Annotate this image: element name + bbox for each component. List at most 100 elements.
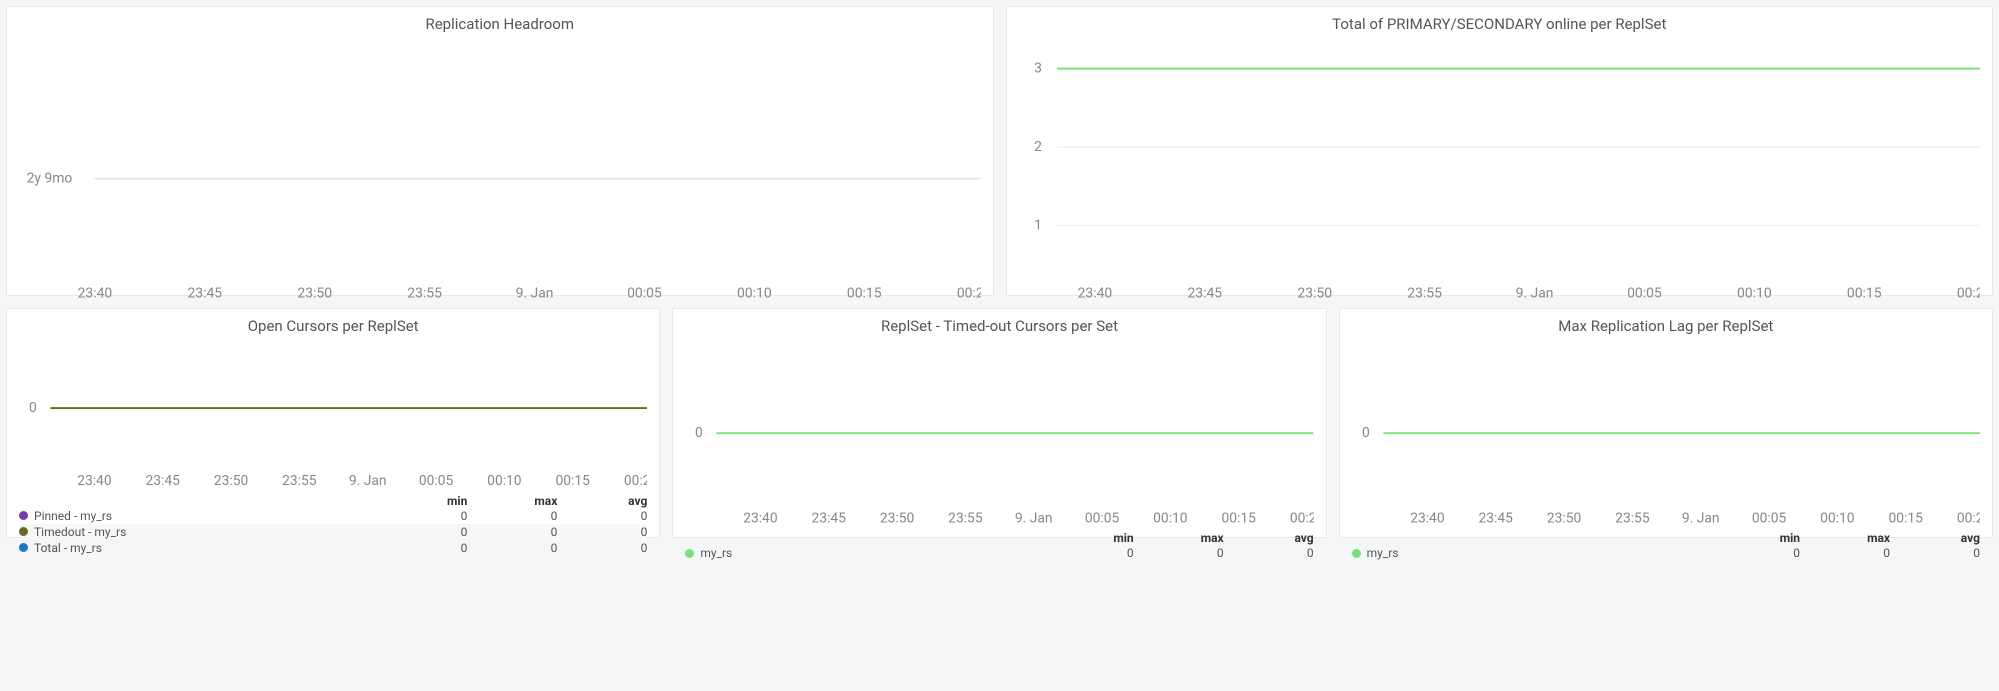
panel-title: Replication Headroom	[19, 15, 981, 33]
x-tick: 00:10	[1737, 286, 1772, 302]
panel-open-cursors[interactable]: Open Cursors per ReplSet 0 23:40 23:45 23:…	[6, 308, 660, 538]
x-axis: 23:40 23:45 23:50 23:55 9. Jan 00:05 00:10 00:1…	[78, 286, 981, 302]
legend-row[interactable]: Total - my_rs 0 0 0	[19, 540, 647, 556]
x-tick: 00:05	[1085, 510, 1120, 526]
x-tick: 23:50	[214, 473, 248, 489]
panel-timedout-cursors[interactable]: ReplSet - Timed-out Cursors per Set 0 23…	[672, 308, 1326, 538]
col-min: min	[377, 494, 467, 508]
chart-max-replication-lag[interactable]: 0 23:4023:4523:5023:559. Jan00:0500:1000…	[1352, 339, 1980, 527]
col-avg: avg	[557, 494, 647, 508]
x-tick: 23:55	[282, 473, 317, 489]
col-max: max	[1800, 531, 1890, 545]
stat-max: 0	[467, 525, 557, 539]
legend-label: Total - my_rs	[34, 541, 102, 555]
stat-avg: 0	[557, 525, 647, 539]
y-tick: 1	[1034, 217, 1042, 233]
x-tick: 00:10	[737, 286, 772, 302]
legend-swatch-icon	[19, 527, 28, 536]
x-tick: 9. Jan	[349, 473, 387, 489]
x-tick: 00:10	[487, 473, 521, 489]
stat-avg: 0	[1890, 546, 1980, 560]
stat-avg: 0	[1224, 546, 1314, 560]
legend: min max avg my_rs 0 0 0	[685, 531, 1313, 561]
x-tick: 23:45	[146, 473, 181, 489]
x-tick: 23:45	[812, 510, 847, 526]
legend-swatch-icon	[19, 543, 28, 552]
panel-title: Open Cursors per ReplSet	[19, 317, 647, 335]
chart-timedout-cursors[interactable]: 0 23:4023:4523:5023:559. Jan00:0500:1000…	[685, 339, 1313, 527]
x-tick: 9. Jan	[1515, 286, 1553, 302]
legend-label: Timedout - my_rs	[34, 525, 126, 539]
legend-label: Pinned - my_rs	[34, 509, 112, 523]
x-tick: 23:45	[187, 286, 222, 302]
x-tick: 23:55	[1407, 286, 1442, 302]
stat-max: 0	[467, 541, 557, 555]
legend-swatch-icon	[19, 511, 28, 520]
x-tick: 23:45	[1187, 286, 1222, 302]
legend-row[interactable]: my_rs 0 0 0	[685, 545, 1313, 561]
panel-title: Total of PRIMARY/SECONDARY online per Re…	[1019, 15, 1981, 33]
col-max: max	[467, 494, 557, 508]
x-tick: 23:40	[78, 286, 113, 302]
stat-max: 0	[1800, 546, 1890, 560]
x-tick: 00:05	[1752, 510, 1787, 526]
x-tick: 00:10	[1820, 510, 1854, 526]
x-tick: 9. Jan	[1015, 510, 1053, 526]
x-tick: 23:50	[297, 286, 332, 302]
col-avg: avg	[1224, 531, 1314, 545]
stat-min: 0	[1044, 546, 1134, 560]
stat-max: 0	[1134, 546, 1224, 560]
x-tick: 23:40	[77, 473, 111, 489]
panel-max-replication-lag[interactable]: Max Replication Lag per ReplSet 0 23:40 2…	[1339, 308, 1993, 538]
panel-online-per-replset[interactable]: Total of PRIMARY/SECONDARY online per Re…	[1006, 6, 1994, 296]
x-axis: 23:4023:4523:5023:559. Jan00:0500:1000:1…	[744, 510, 1314, 526]
x-tick: 00:15	[1222, 510, 1257, 526]
x-tick: 00:20	[1956, 286, 1980, 302]
x-tick: 9. Jan	[1682, 510, 1720, 526]
x-tick: 9. Jan	[516, 286, 554, 302]
y-tick: 0	[29, 400, 37, 416]
x-tick: 23:40	[1077, 286, 1112, 302]
stat-min: 0	[377, 509, 467, 523]
x-tick: 00:10	[1154, 510, 1188, 526]
stat-min: 0	[1710, 546, 1800, 560]
stat-max: 0	[467, 509, 557, 523]
x-tick: 00:05	[1627, 286, 1662, 302]
col-min: min	[1044, 531, 1134, 545]
x-tick: 23:55	[1615, 510, 1650, 526]
x-tick: 23:55	[949, 510, 984, 526]
x-tick: 23:50	[1547, 510, 1581, 526]
chart-online-per-replset[interactable]: 3 2 1 23:40 23:45 23:50 23:55 9. Jan 00:05 00:…	[1019, 37, 1981, 303]
x-tick: 00:05	[419, 473, 454, 489]
x-tick: 00:20	[1290, 510, 1313, 526]
legend-row[interactable]: Pinned - my_rs 0 0 0	[19, 508, 647, 524]
panel-replication-headroom[interactable]: Replication Headroom 2y 9mo 23:4023:4523…	[6, 6, 994, 296]
x-tick: 23:40	[1410, 510, 1444, 526]
stat-min: 0	[377, 541, 467, 555]
panel-title: Max Replication Lag per ReplSet	[1352, 317, 1980, 335]
x-tick: 23:50	[1297, 286, 1332, 302]
chart-replication-headroom[interactable]: 2y 9mo 23:4023:4523:5023:559. Jan00:0500…	[19, 37, 981, 303]
chart-open-cursors[interactable]: 0 23:40 23:45 23:50 23:55 9. Jan 00:05 00:10 00…	[19, 339, 647, 490]
x-tick: 23:40	[744, 510, 778, 526]
legend-label: my_rs	[1367, 546, 1399, 560]
legend-label: my_rs	[700, 546, 732, 560]
y-tick: 3	[1034, 60, 1042, 76]
x-tick: 00:20	[1956, 510, 1979, 526]
x-axis: 23:4023:4523:5023:559. Jan00:0500:1000:1…	[1410, 510, 1980, 526]
x-tick: 00:15	[1846, 286, 1881, 302]
x-tick: 00:20	[624, 473, 647, 489]
stat-avg: 0	[557, 509, 647, 523]
legend-row[interactable]: my_rs 0 0 0	[1352, 545, 1980, 561]
y-tick: 2	[1034, 139, 1042, 155]
panel-title: ReplSet - Timed-out Cursors per Set	[685, 317, 1313, 335]
legend-row[interactable]: Timedout - my_rs 0 0 0	[19, 524, 647, 540]
legend-swatch-icon	[1352, 549, 1361, 558]
x-tick: 23:55	[407, 286, 442, 302]
legend-swatch-icon	[685, 549, 694, 558]
col-max: max	[1134, 531, 1224, 545]
x-tick: 00:15	[847, 286, 882, 302]
y-tick: 0	[1362, 425, 1370, 441]
stat-avg: 0	[557, 541, 647, 555]
x-tick: 00:05	[627, 286, 662, 302]
